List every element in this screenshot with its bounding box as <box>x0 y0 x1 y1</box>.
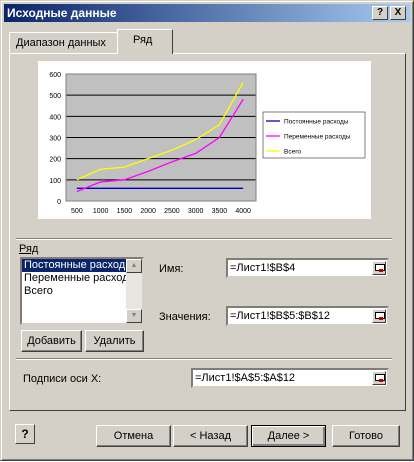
plot-area <box>66 74 256 201</box>
collapse-dialog-icon[interactable] <box>372 261 386 275</box>
window-title: Исходные данные <box>7 6 117 20</box>
series-item[interactable]: Переменные расход <box>22 272 142 285</box>
name-label: Имя: <box>159 263 184 275</box>
help-button[interactable]: ? <box>372 6 388 20</box>
series-item[interactable]: Всего <box>22 285 142 298</box>
cancel-button[interactable]: Отмена <box>96 425 171 447</box>
source-data-dialog: Исходные данные ? X Диапазон данных Ряд … <box>0 0 414 461</box>
series-listbox[interactable]: Постоянные расход Переменные расход Всег… <box>20 257 144 325</box>
collapse-dialog-icon[interactable] <box>372 371 386 385</box>
separator-bottom <box>16 358 392 360</box>
back-button[interactable]: < Назад <box>173 425 248 447</box>
collapse-dialog-icon[interactable] <box>372 309 386 323</box>
help-icon[interactable]: ? <box>15 424 35 444</box>
add-series-button[interactable]: Добавить <box>21 330 82 352</box>
x-axis-labels-field[interactable]: =Лист1!$A$5:$A$12 <box>191 368 389 388</box>
finish-button[interactable]: Готово <box>332 425 400 447</box>
title-bar: Исходные данные ? X <box>4 4 410 22</box>
vertical-scrollbar[interactable]: ▲ ▼ <box>126 259 142 323</box>
scroll-up-icon[interactable]: ▲ <box>126 259 142 273</box>
values-field[interactable]: =Лист1!$B$5:$B$12 <box>226 306 389 326</box>
remove-series-button[interactable]: Удалить <box>85 330 144 352</box>
tab-series[interactable]: Ряд <box>117 29 173 54</box>
next-button[interactable]: Далее > <box>251 425 326 447</box>
close-button[interactable]: X <box>390 6 406 20</box>
x-axis-labels-label: Подписи оси X: <box>23 373 102 385</box>
values-label: Значения: <box>159 311 211 323</box>
scroll-down-icon[interactable]: ▼ <box>126 309 142 323</box>
series-group-label: Ряд <box>19 243 39 255</box>
tab-data-range[interactable]: Диапазон данных <box>9 32 119 53</box>
series-item[interactable]: Постоянные расход <box>22 259 142 272</box>
separator-top <box>16 238 392 240</box>
name-field[interactable]: =Лист1!$B$4 <box>226 258 389 278</box>
